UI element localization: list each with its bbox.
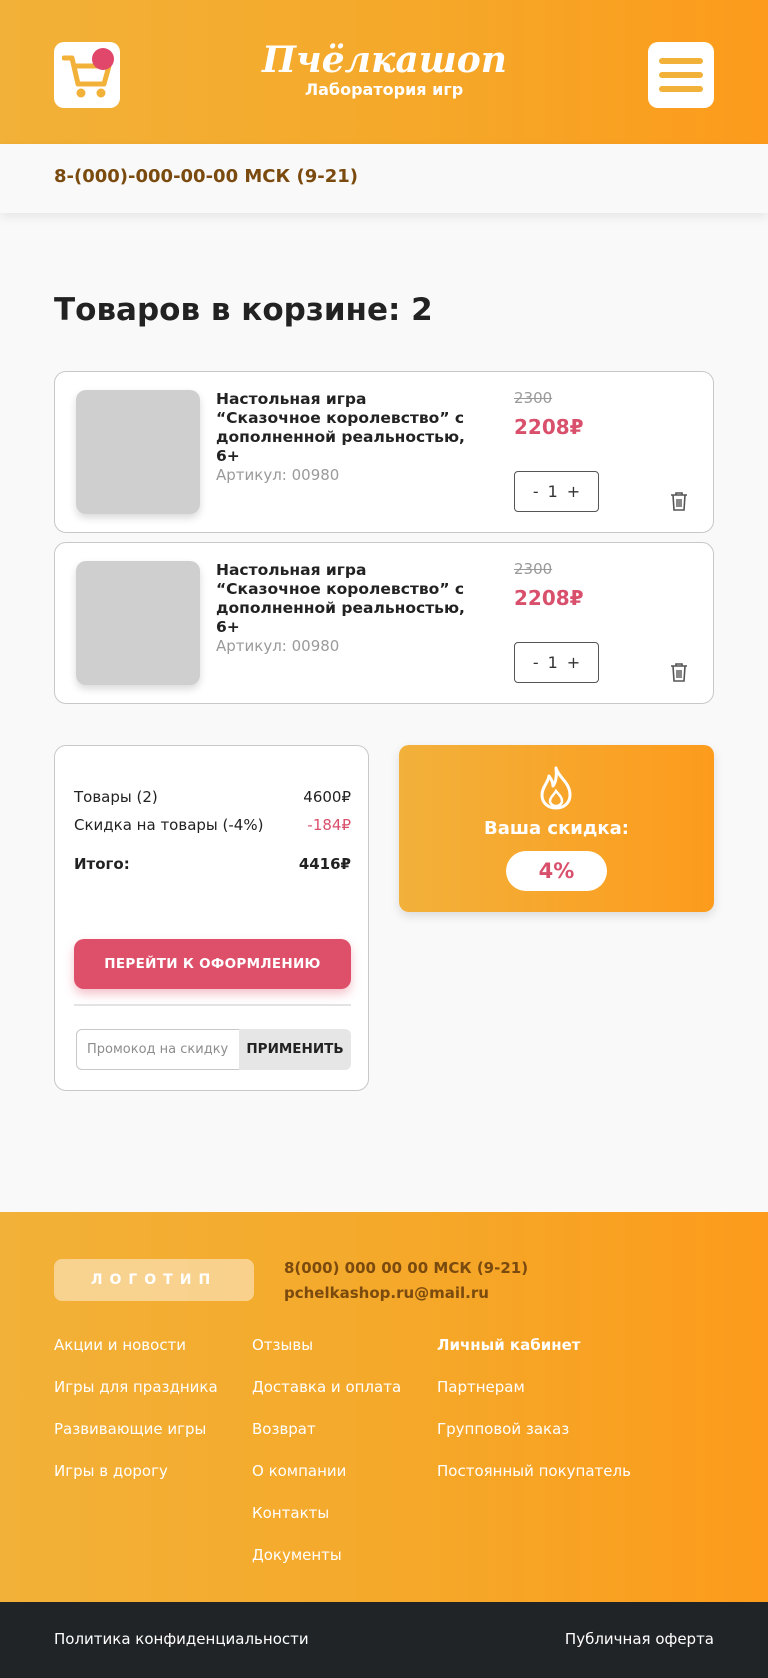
site-footer: ЛОГОТИП 8(000) 000 00 00 МСК (9-21) pche… (0, 1212, 768, 1602)
footer-link[interactable]: Игры для праздника (54, 1378, 218, 1420)
privacy-policy-link[interactable]: Политика конфиденциальности (54, 1630, 309, 1648)
public-offer-link[interactable]: Публичная оферта (565, 1630, 714, 1648)
qty-increment-button[interactable]: + (567, 482, 580, 501)
discount-value: -184₽ (307, 816, 351, 834)
footer-column-3: Личный кабинет Партнерам Групповой заказ… (437, 1336, 631, 1504)
summary-goods-row: Товары (2) 4600₽ (74, 788, 351, 806)
site-logo[interactable]: Пчёлкашоп Лаборатория игр (262, 38, 507, 100)
quantity-stepper: - 1 + (514, 642, 599, 683)
discount-card-label: Ваша скидка: (484, 818, 629, 839)
footer-link[interactable]: Акции и новости (54, 1336, 218, 1378)
goods-label: Товары (2) (74, 788, 158, 806)
old-price: 2300 (514, 389, 553, 407)
menu-bar-icon (659, 72, 703, 78)
footer-link-account[interactable]: Личный кабинет (437, 1336, 631, 1378)
product-name[interactable]: Настольная игра “Сказочное королевство” … (216, 390, 466, 466)
footer-link[interactable]: Игры в дорогу (54, 1462, 218, 1504)
current-price: 2208₽ (514, 586, 584, 610)
product-sku: Артикул: 00980 (216, 466, 340, 484)
fire-icon (540, 766, 572, 810)
divider (74, 1004, 351, 1006)
footer-link[interactable]: Партнерам (437, 1378, 631, 1420)
footer-link[interactable]: Документы (252, 1546, 401, 1588)
cart-button[interactable] (54, 42, 120, 108)
menu-button[interactable] (648, 42, 714, 108)
footer-link[interactable]: Развивающие игры (54, 1420, 218, 1462)
bottom-bar: Политика конфиденциальности Публичная оф… (0, 1602, 768, 1678)
footer-column-2: Отзывы Доставка и оплата Возврат О компа… (252, 1336, 401, 1588)
trash-icon[interactable] (670, 491, 688, 511)
product-image[interactable] (76, 390, 200, 514)
goods-value: 4600₽ (303, 788, 351, 806)
checkout-button[interactable]: ПЕРЕЙТИ К ОФОРМЛЕНИЮ (74, 939, 351, 989)
total-label: Итого: (74, 855, 130, 873)
phone-bar: 8-(000)-000-00-00 МСК (9-21) (0, 144, 768, 213)
header-phone[interactable]: 8-(000)-000-00-00 МСК (9-21) (54, 166, 358, 187)
footer-link[interactable]: Доставка и оплата (252, 1378, 401, 1420)
footer-link[interactable]: Отзывы (252, 1336, 401, 1378)
qty-decrement-button[interactable]: - (533, 653, 539, 672)
promo-code-input[interactable] (76, 1029, 240, 1070)
old-price: 2300 (514, 560, 553, 578)
discount-percent-badge: 4% (506, 851, 607, 891)
total-value: 4416₽ (298, 855, 351, 873)
trash-icon[interactable] (670, 662, 688, 682)
logo-title: Пчёлкашоп (262, 39, 507, 81)
summary-discount-row: Скидка на товары (-4%) -184₽ (74, 816, 351, 834)
footer-link[interactable]: Контакты (252, 1504, 401, 1546)
quantity-stepper: - 1 + (514, 471, 599, 512)
qty-increment-button[interactable]: + (567, 653, 580, 672)
footer-link[interactable]: Групповой заказ (437, 1420, 631, 1462)
page-title: Товаров в корзине: 2 (54, 292, 433, 328)
discount-card: Ваша скидка: 4% (399, 745, 714, 912)
menu-bar-icon (659, 86, 703, 92)
footer-email[interactable]: pchelkashop.ru@mail.ru (284, 1284, 489, 1302)
discount-label: Скидка на товары (-4%) (74, 816, 264, 834)
cart-item: Настольная игра “Сказочное королевство” … (54, 542, 714, 704)
qty-value: 1 (547, 653, 558, 672)
menu-bar-icon (659, 58, 703, 64)
apply-promo-button[interactable]: ПРИМЕНИТЬ (239, 1029, 351, 1070)
site-header: Пчёлкашоп Лаборатория игр (0, 0, 768, 144)
footer-phone[interactable]: 8(000) 000 00 00 МСК (9-21) (284, 1259, 528, 1277)
footer-link[interactable]: О компании (252, 1462, 401, 1504)
current-price: 2208₽ (514, 415, 584, 439)
product-image[interactable] (76, 561, 200, 685)
footer-column-1: Акции и новости Игры для праздника Разви… (54, 1336, 218, 1504)
summary-total-row: Итого: 4416₽ (74, 855, 351, 873)
cart-notification-dot (92, 48, 114, 70)
order-summary: Товары (2) 4600₽ Скидка на товары (-4%) … (54, 745, 369, 1091)
product-name[interactable]: Настольная игра “Сказочное королевство” … (216, 561, 466, 637)
footer-link[interactable]: Постоянный покупатель (437, 1462, 631, 1504)
footer-link[interactable]: Возврат (252, 1420, 401, 1462)
footer-logo[interactable]: ЛОГОТИП (54, 1259, 254, 1301)
logo-subtitle: Лаборатория игр (304, 80, 464, 99)
qty-decrement-button[interactable]: - (533, 482, 539, 501)
product-sku: Артикул: 00980 (216, 637, 340, 655)
qty-value: 1 (547, 482, 558, 501)
cart-item: Настольная игра “Сказочное королевство” … (54, 371, 714, 533)
